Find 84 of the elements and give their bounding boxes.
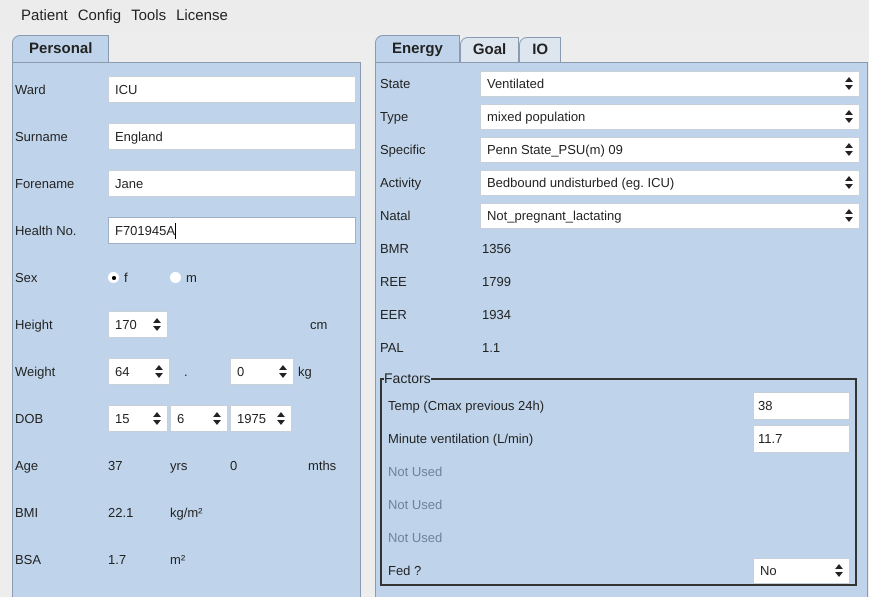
readout-value: 1356 [481,240,511,258]
tab[interactable]: Goal [460,37,520,62]
field-label: REE [380,272,408,291]
menu-item[interactable]: License [176,5,228,28]
spinner-field[interactable]: 15 [108,405,168,432]
text-field[interactable]: England [108,123,356,150]
field-label: Ward [15,80,47,99]
spinner-arrows-icon[interactable] [845,110,853,123]
factor-label: Fed ? [388,562,422,580]
field-label: Surname [15,128,69,146]
tab[interactable]: IO [519,37,562,62]
field-label: Activity [380,174,422,192]
readout-text: 0 [230,458,238,473]
readout-text: 22.1 [108,504,134,520]
field-label: Forename [15,174,76,193]
spinner-arrows-icon[interactable] [845,77,853,90]
field-label: Specific [380,140,427,159]
field-label: Health No. [15,222,78,240]
spinner-arrows-icon[interactable] [845,143,853,156]
field-label: Type [380,108,410,126]
spinner-arrows-icon[interactable] [845,209,853,222]
radio-label: f [124,268,128,287]
unit-label: cm [309,316,328,334]
field-label: BMR [380,240,410,258]
spinner-arrows-icon[interactable] [277,412,285,425]
field-label: Weight [15,362,56,381]
dropdown[interactable]: Penn State_PSU(m) 09 [480,136,860,162]
spinner-arrows-icon[interactable] [153,412,161,425]
readout-text: 1.7 [108,552,126,567]
disabled-label: Not Used [388,496,442,514]
readout-text: kg/m² [170,504,202,520]
text-field[interactable]: Jane [108,170,356,197]
field-label: Natal [380,206,412,225]
dropdown[interactable]: mixed population [480,104,860,130]
radio-button[interactable] [108,272,119,283]
spinner-field[interactable]: 170 [108,311,168,338]
spinner-arrows-icon[interactable] [279,365,287,378]
field-label: Sex [15,268,38,287]
readout-text: mths [308,458,336,473]
menu-item[interactable]: Patient [21,5,68,28]
spinner-arrows-icon[interactable] [153,318,161,331]
unit-label: kg [297,362,312,381]
field-label: DOB [15,410,44,428]
text-field[interactable]: 11.7 [753,424,850,452]
menu-item[interactable]: Tools [131,5,166,28]
spinner-field[interactable]: 6 [170,405,228,432]
spinner-arrows-icon[interactable] [213,412,221,425]
field-label: State [380,74,412,93]
spinner-field[interactable]: 0 [230,358,294,385]
group-title: Factors [384,369,431,388]
readout-text: m² [170,552,186,567]
text-field[interactable]: ICU [108,76,356,103]
factor-label: Temp (Cmax previous 24h) [388,396,544,415]
field-label: Age [15,456,40,475]
readout-value: 1.1 [481,338,500,357]
field-label: BMI [15,504,40,522]
disabled-label: Not Used [388,462,442,481]
disabled-label: Not Used [388,528,442,547]
readout-value: 1799 [481,272,511,291]
spinner-arrows-icon[interactable] [155,365,163,378]
tab[interactable]: Energy [375,35,460,62]
factor-label: Minute ventilation (L/min) [388,430,534,448]
radio-button[interactable] [170,272,181,283]
field-label: BSA [15,550,42,569]
field-label: PAL [380,338,405,357]
dropdown[interactable]: No [753,558,850,584]
decimal-separator: . [184,364,188,379]
readout-text: yrs [170,458,188,473]
dropdown[interactable]: Bedbound undisturbed (eg. ICU) [480,170,860,196]
menu-item[interactable]: Config [78,5,122,28]
field-label: Height [15,316,54,334]
readout-value: 1934 [481,306,511,324]
dropdown[interactable]: Not_pregnant_lactating [480,202,860,228]
spinner-arrows-icon[interactable] [835,564,843,577]
text-field[interactable]: F701945A [108,217,356,244]
spinner-field[interactable]: 1975 [230,405,292,432]
spinner-field[interactable]: 64 [108,358,170,385]
dropdown[interactable]: Ventilated [480,70,860,96]
spinner-arrows-icon[interactable] [845,176,853,189]
radio-label: m [186,268,197,287]
field-label: EER [380,306,408,324]
tab[interactable]: Personal [12,35,110,62]
readout-text: 37 [108,458,122,473]
text-field[interactable]: 38 [753,392,850,420]
